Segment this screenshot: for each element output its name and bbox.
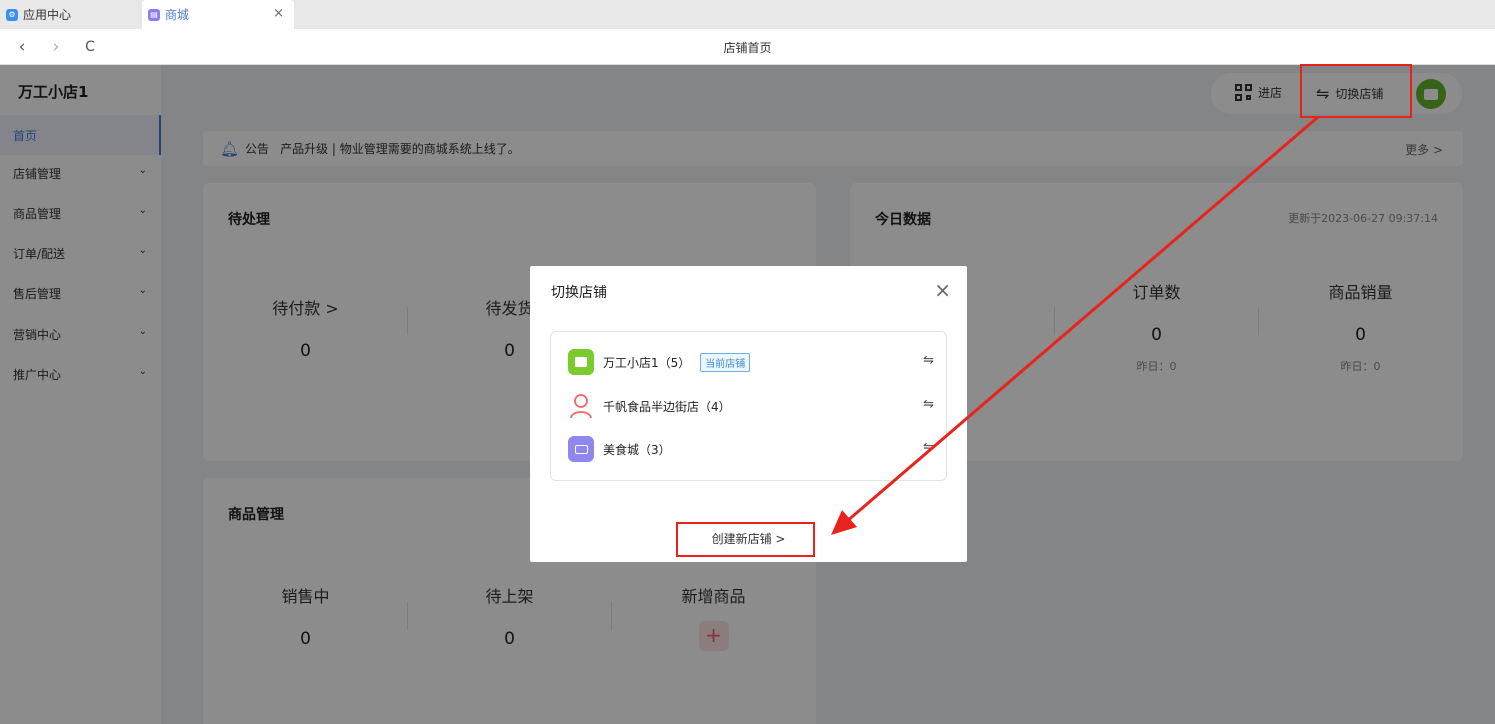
annotation-arrow xyxy=(831,115,1319,535)
